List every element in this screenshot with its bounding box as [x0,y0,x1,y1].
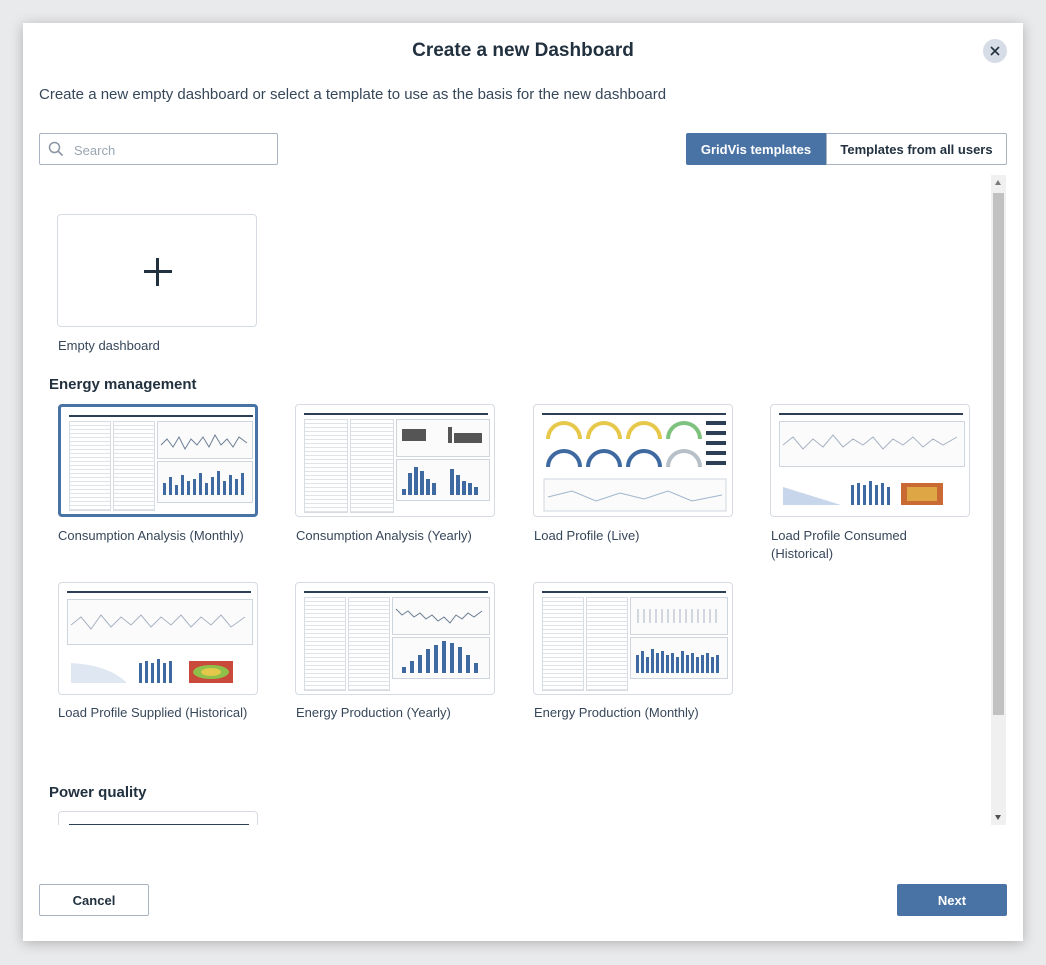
dialog-title: Create a new Dashboard [412,40,634,61]
empty-dashboard-card[interactable] [57,214,257,327]
template-card-power-quality-partial[interactable] [58,811,258,825]
tab-gridvis-templates[interactable]: GridVis templates [686,133,826,165]
search-box [39,133,278,165]
template-label-load-profile-consumed: Load Profile Consumed (Historical) [771,528,907,561]
tab-templates-all-users[interactable]: Templates from all users [826,133,1007,165]
empty-dashboard-label: Empty dashboard [58,338,160,353]
thumbnail-energy-production-monthly [540,589,728,691]
thumbnail-consumption-monthly [67,413,253,511]
scroll-down-icon[interactable] [995,815,1001,820]
template-label-load-profile-live: Load Profile (Live) [534,528,640,543]
create-dashboard-dialog: Create a new Dashboard Create a new empt… [23,23,1023,941]
close-button[interactable] [983,39,1007,63]
template-card-consumption-yearly[interactable] [295,404,495,517]
dialog-subtitle: Create a new empty dashboard or select a… [39,86,667,103]
template-card-load-profile-consumed[interactable] [770,404,970,517]
template-label-energy-production-yearly: Energy Production (Yearly) [296,705,451,720]
close-icon [990,46,1000,56]
template-label-load-profile-supplied: Load Profile Supplied (Historical) [58,705,248,720]
thumbnail-load-profile-supplied [65,589,253,688]
template-label-energy-production-monthly: Energy Production (Monthly) [534,705,699,720]
thumbnail-energy-production-yearly [302,589,490,691]
section-title-power-quality: Power quality [49,784,147,801]
template-card-consumption-monthly[interactable] [58,404,258,517]
template-card-energy-production-yearly[interactable] [295,582,495,695]
scroll-up-icon[interactable] [995,180,1001,185]
template-card-load-profile-live[interactable] [533,404,733,517]
next-button[interactable]: Next [897,884,1007,916]
thumbnail-load-profile-live [540,411,727,512]
search-icon [48,141,64,157]
vertical-scrollbar[interactable] [991,175,1006,825]
template-label-consumption-monthly: Consumption Analysis (Monthly) [58,528,244,543]
template-list: Empty dashboard Energy management Consum… [39,175,993,825]
template-card-energy-production-monthly[interactable] [533,582,733,695]
scrollbar-thumb[interactable] [993,193,1004,715]
template-card-load-profile-supplied[interactable] [58,582,258,695]
search-input[interactable] [72,138,271,162]
thumbnail-load-profile-consumed [777,411,965,510]
cancel-button[interactable]: Cancel [39,884,149,916]
plus-icon [144,258,172,286]
thumbnail-consumption-yearly [302,411,490,513]
thumbnail-power-quality [65,818,251,825]
template-label-consumption-yearly: Consumption Analysis (Yearly) [296,528,472,543]
section-title-energy-management: Energy management [49,376,197,393]
